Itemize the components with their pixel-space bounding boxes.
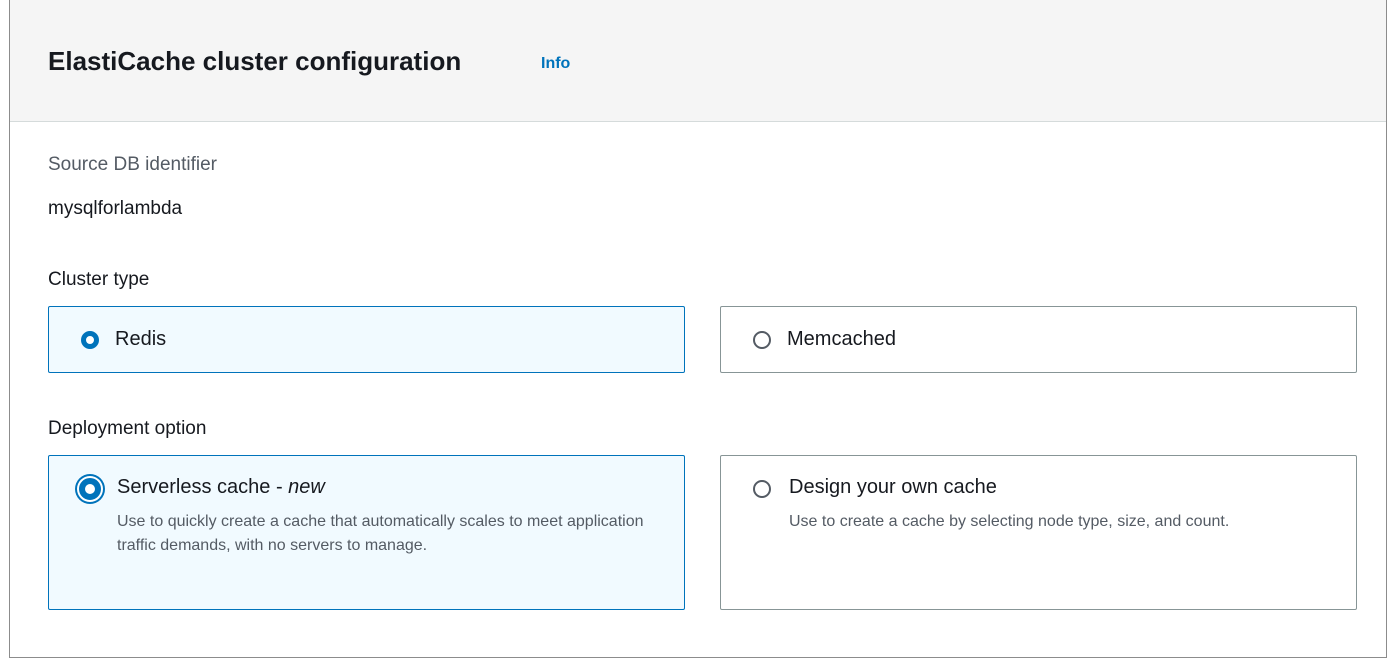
design-your-own-cache-radio-button[interactable] [753, 480, 771, 498]
panel-title: ElastiCache cluster configuration [48, 46, 462, 76]
panel-header: ElastiCache cluster configuration Info [10, 0, 1386, 122]
design-your-own-cache-description: Use to create a cache by selecting node … [789, 513, 1230, 530]
serverless-cache-radio-button[interactable] [79, 478, 101, 500]
deployment-option-design-your-own-cache[interactable]: Design your own cache Use to create a ca… [720, 455, 1357, 610]
design-your-own-cache-option-label: Design your own cache [789, 476, 997, 498]
redis-radio-button[interactable] [81, 331, 99, 349]
deployment-option-serverless-cache[interactable]: Serverless cache - new Use to quickly cr… [48, 455, 685, 610]
serverless-cache-option-label: Serverless cache - new [117, 476, 325, 499]
serverless-cache-description: Use to quickly create a cache that autom… [117, 513, 644, 554]
deployment-option-label: Deployment option [48, 418, 207, 439]
source-db-identifier-label: Source DB identifier [48, 154, 217, 175]
serverless-cache-label-text: Serverless cache - [117, 476, 289, 498]
cluster-type-label: Cluster type [48, 269, 150, 290]
cluster-type-option-memcached[interactable]: Memcached [720, 306, 1357, 373]
info-link[interactable]: Info [541, 55, 570, 73]
memcached-radio-button[interactable] [753, 331, 771, 349]
memcached-option-label: Memcached [787, 328, 896, 350]
cluster-type-option-redis[interactable]: Redis [48, 306, 685, 373]
source-db-identifier-value: mysqlforlambda [48, 198, 183, 219]
serverless-cache-new-tag: new [288, 476, 325, 498]
redis-option-label: Redis [115, 328, 167, 350]
elasticache-cluster-configuration-panel: ElastiCache cluster configuration Info S… [9, 0, 1387, 658]
